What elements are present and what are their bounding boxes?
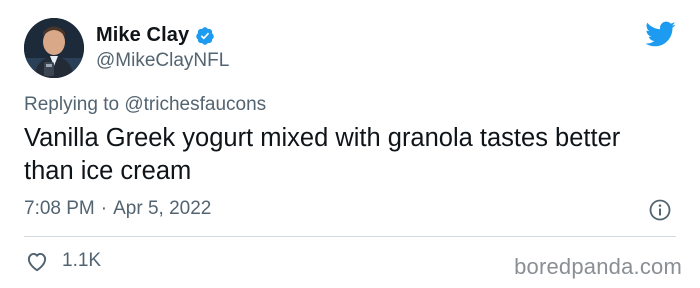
like-button[interactable]: 1.1K xyxy=(24,248,101,274)
tweet-date: Apr 5, 2022 xyxy=(113,198,212,219)
heart-icon xyxy=(24,248,50,274)
tweet-time: 7:08 PM xyxy=(24,198,95,219)
tweet-timestamp[interactable]: 7:08 PM · Apr 5, 2022 xyxy=(24,198,211,220)
like-count: 1.1K xyxy=(62,250,102,271)
meta-separator: · xyxy=(100,198,108,219)
user-handle[interactable]: @MikeClayNFL xyxy=(96,50,229,72)
replying-to: Replying to @trichesfaucons xyxy=(24,94,266,116)
display-name[interactable]: Mike Clay xyxy=(96,24,189,47)
reply-prefix: Replying to xyxy=(24,94,120,115)
watermark: boredpanda.com xyxy=(514,254,682,279)
tweet-card: Mike Clay @MikeClayNFL Replying to @tric… xyxy=(0,0,700,288)
display-name-row: Mike Clay xyxy=(96,22,229,48)
user-info: Mike Clay @MikeClayNFL xyxy=(96,22,229,72)
info-icon[interactable] xyxy=(648,198,672,222)
avatar[interactable] xyxy=(24,18,84,78)
divider xyxy=(24,236,676,237)
verified-badge-icon xyxy=(195,26,215,46)
profile-photo-icon xyxy=(24,18,84,78)
twitter-bird-icon[interactable] xyxy=(644,20,676,48)
reply-target-handle[interactable]: @trichesfaucons xyxy=(124,94,266,115)
tweet-text: Vanilla Greek yogurt mixed with granola … xyxy=(24,124,621,185)
